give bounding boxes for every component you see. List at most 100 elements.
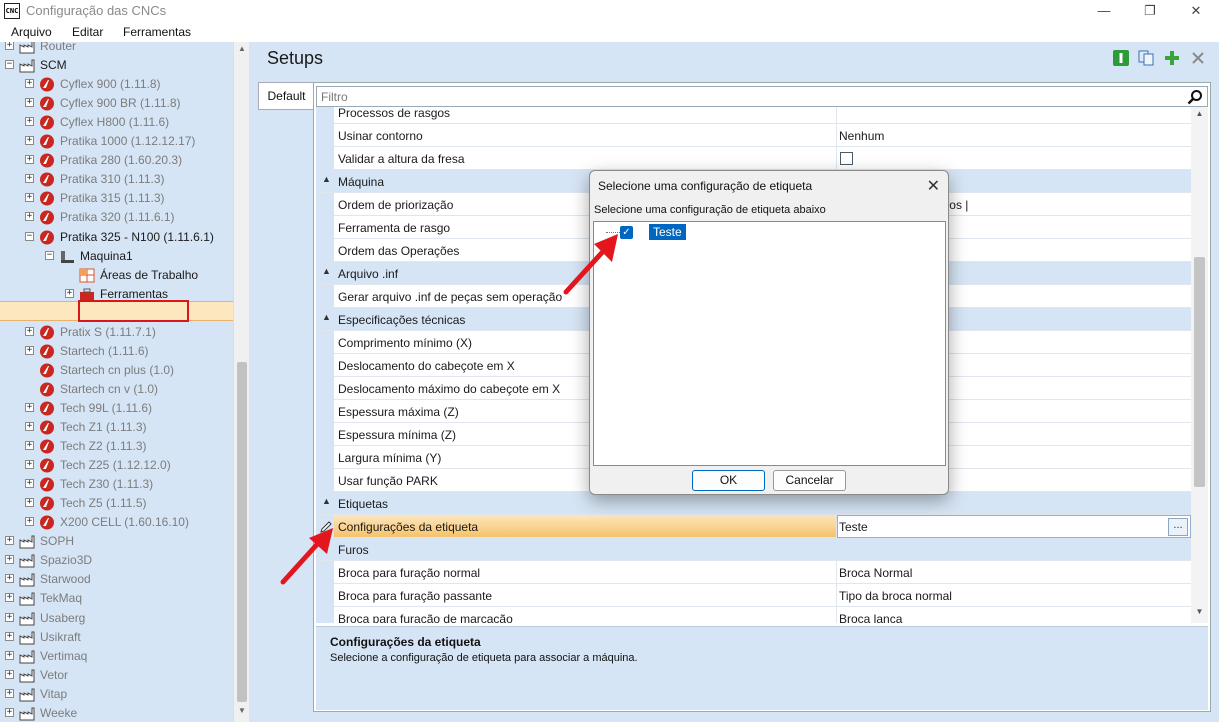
- tree-item[interactable]: + Usaberg: [0, 609, 233, 628]
- property-row[interactable]: Validar a altura da fresa: [316, 147, 1191, 170]
- collapse-caret-icon[interactable]: ▲: [322, 312, 331, 322]
- collapse-caret-icon[interactable]: ▲: [322, 496, 331, 506]
- expand-icon[interactable]: +: [5, 593, 14, 603]
- expand-icon[interactable]: +: [25, 326, 34, 336]
- tree-item[interactable]: + SOPH: [0, 532, 233, 551]
- property-value[interactable]: Teste: [839, 520, 868, 534]
- tree-item[interactable]: + X200 CELL (1.60.16.10): [0, 513, 233, 532]
- tree-item[interactable]: + Vitap: [0, 685, 233, 704]
- tree-item[interactable]: + Tech 99L (1.11.6): [0, 399, 233, 418]
- expand-icon[interactable]: +: [25, 98, 34, 108]
- grid-scroll-down[interactable]: ▼: [1191, 607, 1208, 621]
- property-row[interactable]: Configurações da etiqueta... Teste: [316, 515, 1191, 538]
- tree-item[interactable]: + Pratika 320 (1.11.6.1): [0, 208, 233, 227]
- expand-icon[interactable]: +: [25, 117, 34, 127]
- delete-icon[interactable]: [1190, 50, 1206, 66]
- expand-icon[interactable]: +: [25, 174, 34, 184]
- tree-item[interactable]: − Pratika 325 - N100 (1.11.6.1): [0, 228, 233, 247]
- tree-item[interactable]: + Pratika 280 (1.60.20.3): [0, 151, 233, 170]
- tree-item[interactable]: + Weeke: [0, 704, 233, 722]
- property-row[interactable]: Broca para furação normal Broca Normal: [316, 561, 1191, 584]
- expand-icon[interactable]: +: [25, 79, 34, 89]
- property-value[interactable]: Nenhum: [839, 129, 884, 143]
- tree-item[interactable]: + Vertimaq: [0, 647, 233, 666]
- expand-icon[interactable]: +: [25, 479, 34, 489]
- category-row[interactable]: ▲ Etiquetas: [316, 492, 1191, 515]
- tree-item[interactable]: − Maquina1: [0, 247, 233, 266]
- expand-icon[interactable]: +: [5, 707, 14, 717]
- expand-icon[interactable]: +: [5, 536, 14, 546]
- tree-item[interactable]: + Cyflex 900 (1.11.8): [0, 75, 233, 94]
- property-value[interactable]: Tipo da broca normal: [839, 589, 952, 603]
- tree-item[interactable]: + Spazio3D: [0, 551, 233, 570]
- grid-scroll-up[interactable]: ▲: [1191, 109, 1208, 123]
- info-icon[interactable]: [1113, 50, 1129, 66]
- tree-item[interactable]: + Router: [0, 42, 233, 56]
- minimize-button[interactable]: —: [1081, 0, 1127, 22]
- tree-item[interactable]: + Startech (1.11.6): [0, 342, 233, 361]
- collapse-caret-icon[interactable]: ▲: [322, 266, 331, 276]
- property-row[interactable]: Usinar contorno Nenhum: [316, 124, 1191, 147]
- property-row[interactable]: Processos de rasgos: [316, 107, 1191, 124]
- property-value[interactable]: Broca lança: [839, 612, 902, 623]
- property-row[interactable]: Broca para furação de marcação Broca lanç…: [316, 607, 1191, 623]
- grid-scrollbar[interactable]: ▲ ▼: [1191, 107, 1208, 623]
- search-icon[interactable]: [1187, 89, 1203, 105]
- expand-icon[interactable]: +: [25, 517, 34, 527]
- expand-icon[interactable]: +: [5, 42, 14, 50]
- browse-button[interactable]: ...: [1168, 518, 1188, 536]
- scroll-up-arrow[interactable]: ▲: [234, 44, 250, 58]
- expand-icon[interactable]: +: [5, 669, 14, 679]
- menu-ferramentas[interactable]: Ferramentas: [123, 25, 191, 39]
- expand-icon[interactable]: +: [5, 555, 14, 565]
- ok-button[interactable]: OK: [692, 470, 765, 491]
- tree-item[interactable]: + Pratika 315 (1.11.3): [0, 189, 233, 208]
- expand-icon[interactable]: +: [25, 498, 34, 508]
- tree-item[interactable]: − SCM: [0, 56, 233, 75]
- tree-item[interactable]: + Tech Z25 (1.12.12.0): [0, 456, 233, 475]
- value-editor[interactable]: ...: [837, 515, 1191, 538]
- expand-icon[interactable]: +: [25, 212, 34, 222]
- scroll-down-arrow[interactable]: ▼: [234, 706, 250, 720]
- expand-icon[interactable]: +: [25, 460, 34, 470]
- expand-icon[interactable]: +: [5, 612, 14, 622]
- tree-item[interactable]: + Tech Z30 (1.11.3): [0, 475, 233, 494]
- scroll-thumb[interactable]: [237, 362, 247, 702]
- expand-icon[interactable]: +: [5, 650, 14, 660]
- tree-scrollbar[interactable]: ▲ ▼: [233, 42, 249, 722]
- expand-icon[interactable]: +: [25, 193, 34, 203]
- tree-item[interactable]: + Tech Z1 (1.11.3): [0, 418, 233, 437]
- expand-icon[interactable]: +: [25, 155, 34, 165]
- menu-editar[interactable]: Editar: [72, 25, 103, 39]
- tree-item[interactable]: + Cyflex 900 BR (1.11.8): [0, 94, 233, 113]
- property-row[interactable]: Broca para furação passante Tipo da broca…: [316, 584, 1191, 607]
- tree-item[interactable]: + Pratix S (1.11.7.1): [0, 323, 233, 342]
- collapse-icon[interactable]: −: [5, 60, 14, 70]
- expand-icon[interactable]: +: [5, 574, 14, 584]
- add-icon[interactable]: [1164, 50, 1180, 66]
- tree-item[interactable]: + Tech Z5 (1.11.5): [0, 494, 233, 513]
- tree-item[interactable]: Áreas de Trabalho: [0, 266, 233, 285]
- category-row[interactable]: Furos: [316, 538, 1191, 561]
- expand-icon[interactable]: +: [5, 631, 14, 641]
- tree-item[interactable]: + Starwood: [0, 570, 233, 589]
- menu-arquivo[interactable]: Arquivo: [11, 25, 52, 39]
- collapse-caret-icon[interactable]: ▲: [322, 174, 331, 184]
- tree-item[interactable]: + Tech Z2 (1.11.3): [0, 437, 233, 456]
- expand-icon[interactable]: +: [65, 288, 74, 298]
- expand-icon[interactable]: +: [25, 441, 34, 451]
- tree-item[interactable]: + Pratika 310 (1.11.3): [0, 170, 233, 189]
- tree-item[interactable]: + Usikraft: [0, 628, 233, 647]
- tab-default[interactable]: Default: [258, 82, 314, 110]
- expand-icon[interactable]: +: [5, 688, 14, 698]
- expand-icon[interactable]: +: [25, 402, 34, 412]
- tree-item[interactable]: Startech cn v (1.0): [0, 380, 233, 399]
- expand-icon[interactable]: +: [25, 136, 34, 146]
- maximize-button[interactable]: ❐: [1127, 0, 1173, 22]
- expand-icon[interactable]: +: [25, 345, 34, 355]
- expand-icon[interactable]: +: [25, 422, 34, 431]
- dialog-close-icon[interactable]: ✕: [927, 176, 940, 196]
- close-button[interactable]: ✕: [1173, 0, 1219, 22]
- grid-scroll-thumb[interactable]: [1194, 257, 1205, 487]
- tree-item[interactable]: Startech cn plus (1.0): [0, 361, 233, 380]
